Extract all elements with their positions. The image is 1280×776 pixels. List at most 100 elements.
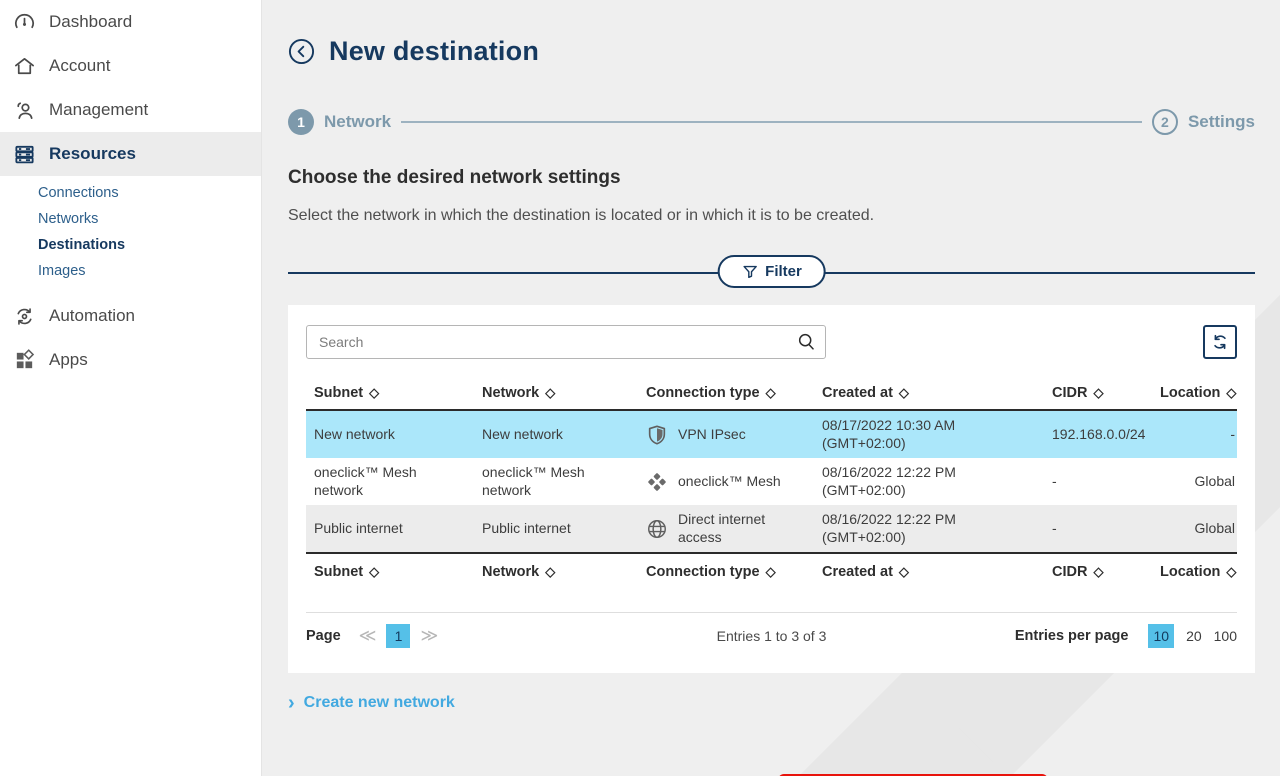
previous-page-icon[interactable]: ≪	[359, 626, 377, 646]
step-2-circle: 2	[1151, 109, 1178, 135]
sidebar: Dashboard Account Management Resources C…	[0, 0, 262, 776]
cell-subnet: New network	[314, 425, 395, 442]
sidebar-item-management[interactable]: Management	[0, 88, 261, 132]
table-row-new-network[interactable]: New network New network VPN IPsec 08/17/…	[306, 411, 1237, 458]
cell-network: Public internet	[482, 519, 571, 536]
sort-icon[interactable]: ◇	[1226, 385, 1236, 401]
sort-icon[interactable]: ◇	[369, 564, 379, 580]
column-header-cidr[interactable]: CIDR ◇	[1044, 385, 1152, 401]
cell-cidr: -	[1052, 519, 1057, 536]
per-page-option-20[interactable]: 20	[1186, 628, 1202, 644]
sort-icon[interactable]: ◇	[899, 385, 909, 401]
per-page-option-100[interactable]: 100	[1214, 628, 1237, 644]
sort-icon[interactable]: ◇	[1226, 564, 1236, 580]
sidebar-item-label: Resources	[49, 144, 136, 163]
next-page-icon[interactable]: ≫	[420, 626, 438, 646]
home-icon	[12, 54, 36, 78]
back-circle-icon	[288, 38, 315, 65]
refresh-button[interactable]	[1203, 325, 1237, 359]
step-network[interactable]: 1 Network	[288, 109, 391, 135]
sort-icon[interactable]: ◇	[899, 564, 909, 580]
sidebar-item-label: Apps	[49, 350, 88, 369]
filter-button[interactable]: Filter	[717, 255, 826, 288]
gauge-icon	[12, 10, 36, 34]
wizard-stepper: 1 Network 2 Settings	[288, 109, 1255, 135]
column-header-connection-type[interactable]: Connection type ◇	[638, 564, 814, 580]
sidebar-item-destinations[interactable]: Destinations	[0, 232, 261, 258]
column-header-cidr[interactable]: CIDR ◇	[1044, 564, 1152, 580]
sidebar-item-label: Account	[49, 56, 111, 75]
table-footer-header-row: Subnet ◇ Network ◇ Connection type ◇ Create…	[306, 552, 1237, 586]
globe-icon	[648, 519, 666, 538]
table-body: New network New network VPN IPsec 08/17/…	[306, 409, 1237, 552]
section-description: Select the network in which the destinat…	[288, 207, 875, 224]
sync-gear-icon	[12, 304, 36, 328]
main-content: New destination 1 Network 2 Settings Cho…	[262, 0, 1280, 776]
search-icon[interactable]	[796, 331, 817, 352]
cell-cidr: -	[1052, 472, 1057, 489]
column-header-subnet[interactable]: Subnet ◇	[306, 385, 474, 401]
cell-location: Global	[1194, 519, 1235, 536]
sidebar-item-automation[interactable]: Automation	[0, 294, 261, 338]
column-header-created-at[interactable]: Created at ◇	[814, 564, 1044, 580]
column-header-created-at[interactable]: Created at ◇	[814, 385, 1044, 401]
column-header-subnet[interactable]: Subnet ◇	[306, 564, 474, 580]
sort-icon[interactable]: ◇	[545, 564, 555, 580]
cell-subnet: Public internet	[314, 519, 403, 536]
page-label: Page	[306, 628, 341, 644]
step-1-label: Network	[324, 112, 392, 131]
mesh-icon	[648, 472, 666, 491]
users-icon	[12, 98, 36, 122]
shield-icon	[648, 424, 666, 445]
sidebar-item-dashboard[interactable]: Dashboard	[0, 0, 261, 44]
sort-icon[interactable]: ◇	[766, 564, 776, 580]
pagination-bar: Page ≪ 1 ≫ Entries 1 to 3 of 3 Entries p…	[306, 613, 1237, 659]
network-table-card: Subnet◇ Network◇ Connection type◇ Create…	[288, 305, 1255, 673]
sort-icon[interactable]: ◇	[1093, 564, 1103, 580]
apps-grid-icon	[12, 348, 36, 372]
step-2-label: Settings	[1187, 112, 1255, 131]
funnel-icon	[742, 265, 757, 279]
table-row-public-internet[interactable]: Public internet Public internet Direct i…	[306, 505, 1237, 552]
chevron-right-icon: ›	[288, 692, 295, 714]
column-header-network[interactable]: Network ◇	[474, 564, 638, 580]
table-row-oneclick-mesh[interactable]: oneclick™ Mesh network oneclick™ Mesh ne…	[306, 458, 1237, 505]
stepper-connector	[401, 121, 1142, 123]
table-header-row: Subnet ◇ Network ◇ Connection type ◇ Create…	[306, 381, 1237, 409]
sort-icon[interactable]: ◇	[369, 385, 379, 401]
filter-button-label: Filter	[765, 263, 802, 280]
column-header-connection-type[interactable]: Connection type ◇	[638, 385, 814, 401]
create-new-network-link[interactable]: › Create new network	[288, 692, 1255, 714]
column-header-location[interactable]: Location ◇	[1152, 564, 1238, 580]
page-number-chip[interactable]: 1	[386, 624, 411, 648]
sort-icon[interactable]: ◇	[766, 385, 776, 401]
sidebar-item-label: Dashboard	[49, 12, 133, 31]
back-button[interactable]	[288, 38, 315, 65]
column-header-network[interactable]: Network ◇	[474, 385, 638, 401]
create-new-network-label: Create new network	[303, 694, 455, 711]
cell-created-at: 08/17/2022 10:30 AM (GMT+02:00)	[822, 417, 956, 451]
sidebar-item-account[interactable]: Account	[0, 44, 261, 88]
cell-location: Global	[1194, 472, 1235, 489]
sidebar-item-connections[interactable]: Connections	[0, 180, 261, 206]
sidebar-item-apps[interactable]: Apps	[0, 338, 261, 382]
cell-created-at: 08/16/2022 12:22 PM (GMT+02:00)	[822, 511, 956, 545]
search-input[interactable]	[306, 325, 826, 359]
sort-icon[interactable]: ◇	[545, 385, 555, 401]
cell-connection-type: VPN IPsec	[638, 418, 814, 452]
sidebar-item-images[interactable]: Images	[0, 258, 261, 284]
cell-created-at: 08/16/2022 12:22 PM (GMT+02:00)	[822, 464, 956, 498]
sidebar-item-networks[interactable]: Networks	[0, 206, 261, 232]
step-settings[interactable]: 2 Settings	[1151, 109, 1255, 135]
entries-summary: Entries 1 to 3 of 3	[716, 628, 827, 644]
per-page-option-10[interactable]: 10	[1148, 624, 1175, 648]
cell-subnet: oneclick™ Mesh network	[314, 464, 417, 498]
sidebar-item-label: Management	[49, 100, 149, 119]
entries-per-page-label: Entries per page	[1014, 628, 1129, 644]
cell-connection-type: oneclick™ Mesh	[638, 465, 814, 499]
column-header-location[interactable]: Location ◇	[1152, 385, 1238, 401]
sidebar-item-resources[interactable]: Resources	[0, 132, 261, 176]
sort-icon[interactable]: ◇	[1093, 385, 1103, 401]
resources-submenu: Connections Networks Destinations Images	[0, 176, 261, 294]
cell-connection-type: Direct internet access	[638, 505, 814, 552]
